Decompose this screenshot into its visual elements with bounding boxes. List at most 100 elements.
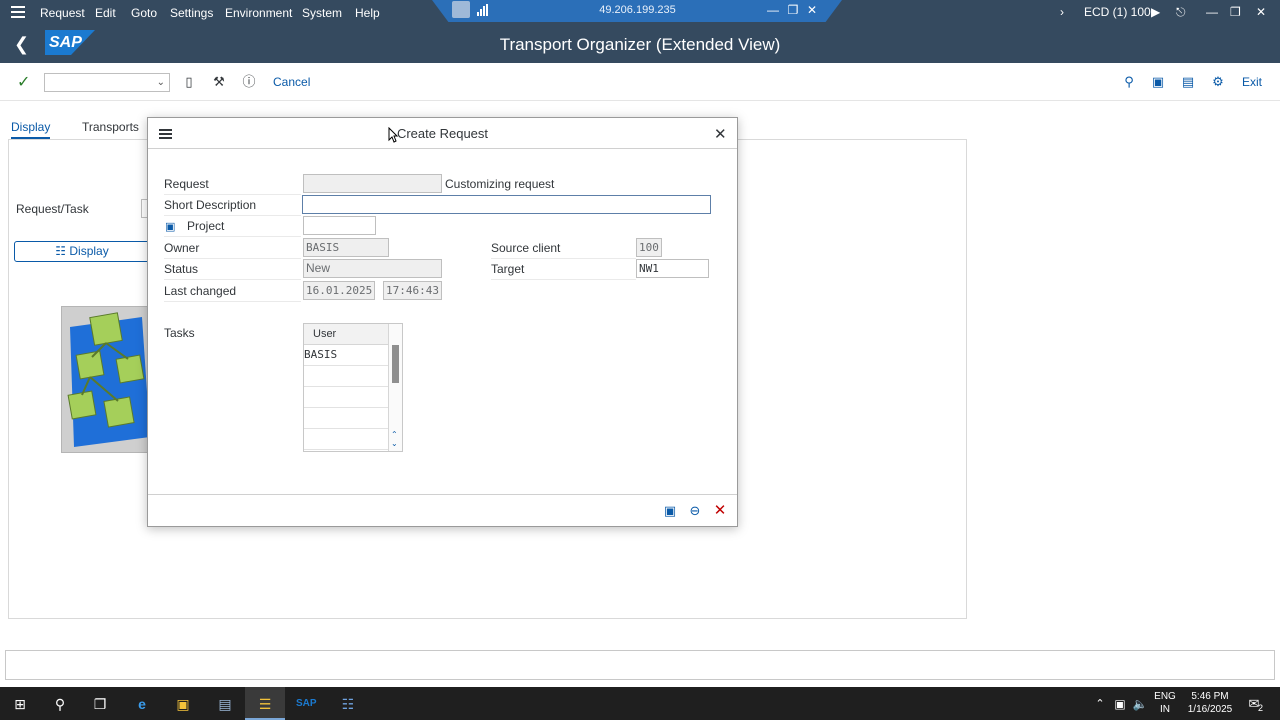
owner-field: BASIS	[303, 238, 389, 257]
menu-environment[interactable]: Environment	[225, 6, 292, 20]
title-bar: ❮ SAP Transport Organizer (Extended View…	[0, 25, 1280, 63]
last-changed-label: Last changed	[164, 284, 301, 302]
sap-logon-task-active[interactable]: ☰	[245, 687, 285, 720]
dialog-footer: ▣ ⊖ ✕	[148, 494, 737, 526]
new-document-icon[interactable]: ▯	[181, 74, 197, 90]
cancel-x-icon[interactable]: ✕	[712, 503, 728, 519]
minus-circle-icon[interactable]: ⊖	[687, 503, 703, 519]
menu-settings[interactable]: Settings	[170, 6, 213, 20]
transport-organizer-graphic	[61, 306, 149, 453]
table-scrollbar[interactable]: ⌃ ⌄	[388, 324, 402, 451]
menu-request[interactable]: Request	[40, 6, 85, 20]
menu-system[interactable]: System	[302, 6, 342, 20]
language-code: ENG	[1154, 691, 1176, 702]
org-chart-illustration	[62, 307, 148, 452]
project-input[interactable]	[303, 216, 376, 235]
exit-button[interactable]: Exit	[1242, 75, 1262, 89]
request-number-field	[303, 174, 442, 193]
display-button-label: Display	[69, 244, 109, 258]
remote-minimize-icon[interactable]: —	[766, 3, 780, 17]
language-indicator[interactable]: ENG IN	[1150, 690, 1180, 716]
status-field: New	[303, 259, 442, 278]
menu-edit[interactable]: Edit	[95, 6, 116, 20]
sap-logon-icon: ☰	[258, 696, 272, 712]
clock-time: 5:46 PM	[1191, 691, 1229, 702]
scrollbar-thumb[interactable]	[392, 345, 399, 383]
tab-display[interactable]: Display	[11, 120, 51, 139]
tasks-label: Tasks	[164, 326, 195, 340]
internet-explorer-icon[interactable]: e	[132, 694, 152, 714]
table-row[interactable]	[304, 429, 388, 450]
network-icon[interactable]: ▣	[1110, 694, 1130, 714]
request-type-text: Customizing request	[445, 177, 555, 191]
last-changed-time-field: 17:46:43	[383, 281, 442, 300]
user-column-header[interactable]: User	[304, 324, 388, 345]
dialog-header: Create Request ✕	[148, 118, 737, 149]
clock[interactable]: 5:46 PM 1/16/2025	[1180, 690, 1240, 716]
status-label: Status	[164, 262, 301, 280]
dialog-title: Create Request	[396, 126, 489, 141]
page-title: Transport Organizer (Extended View)	[499, 35, 781, 54]
search-icon[interactable]: ⚲	[1121, 74, 1137, 90]
keyboard-region: IN	[1160, 704, 1170, 715]
table-row[interactable]	[304, 387, 388, 408]
mouse-cursor-icon	[388, 127, 398, 143]
create-request-dialog: Create Request ✕ Request Customizing req…	[147, 117, 738, 527]
menu-help[interactable]: Help	[355, 6, 380, 20]
short-description-label: Short Description	[164, 198, 301, 216]
table-row[interactable]	[304, 366, 388, 387]
wrench-icon[interactable]: ⚒	[211, 74, 227, 90]
window-minimize-icon[interactable]: —	[1206, 5, 1218, 19]
project-label: Project	[164, 219, 301, 237]
signal-strength-icon	[477, 4, 489, 16]
hierarchy-icon: ☷	[55, 244, 67, 258]
save-icon[interactable]: ▣	[662, 503, 678, 519]
chevron-down-icon[interactable]: ⌄	[157, 77, 165, 88]
target-label: Target	[491, 262, 636, 280]
volume-icon[interactable]: 🔈	[1130, 694, 1150, 714]
display-button[interactable]: ☷ Display	[14, 241, 150, 262]
task-view-icon[interactable]: ❐	[90, 694, 110, 714]
close-icon[interactable]: ✕	[714, 125, 727, 143]
target-input[interactable]: NW1	[636, 259, 709, 278]
windows-start-icon[interactable]: ⊞	[10, 694, 30, 714]
table-row[interactable]: BASIS	[304, 345, 388, 366]
tab-transports[interactable]: Transports	[82, 120, 139, 134]
window-icon[interactable]: ▤	[1180, 74, 1196, 90]
file-explorer-icon[interactable]: ▣	[173, 694, 193, 714]
unlock-icon[interactable]: ⎋	[1176, 5, 1186, 20]
remote-ip-label: 49.206.199.235	[599, 4, 676, 16]
pin-icon[interactable]	[452, 1, 470, 18]
network-tool-icon[interactable]: ☷	[338, 694, 358, 714]
save-layout-icon[interactable]: ▣	[1150, 74, 1166, 90]
window-close-icon[interactable]: ✕	[1256, 5, 1266, 19]
scroll-up-icon[interactable]: ⌃	[391, 430, 398, 439]
chevron-right-icon[interactable]: ›	[1060, 5, 1064, 19]
remote-close-icon[interactable]: ✕	[805, 3, 819, 17]
info-icon[interactable]: ⓘ	[241, 74, 257, 90]
notification-count: 2	[1258, 703, 1264, 713]
owner-label: Owner	[164, 241, 301, 259]
windows-taskbar: ⊞ ⚲ ❐ e ▣ ▤ ☰ SAP ☷ ⌃ ▣ 🔈 ENG IN 5:46 PM…	[0, 687, 1280, 720]
sap-gui-icon[interactable]: SAP	[296, 694, 317, 714]
system-label: ECD (1) 100	[1084, 5, 1151, 19]
settings-icon[interactable]: ⚙	[1210, 74, 1226, 90]
chevron-up-icon[interactable]: ⌃	[1090, 694, 1110, 714]
remote-restore-icon[interactable]: ❐	[786, 3, 800, 17]
tasks-table: User BASIS ⌃ ⌄	[303, 323, 403, 452]
project-value-help-icon[interactable]: ▣	[165, 220, 175, 233]
short-description-input[interactable]	[302, 195, 711, 214]
checkmark-icon[interactable]: ✓	[17, 72, 30, 92]
search-icon[interactable]: ⚲	[50, 694, 70, 714]
cancel-button[interactable]: Cancel	[273, 75, 310, 89]
clock-date: 1/16/2025	[1187, 704, 1233, 715]
request-task-label: Request/Task	[16, 202, 89, 216]
window-restore-icon[interactable]: ❐	[1230, 5, 1241, 19]
notepad-icon[interactable]: ▤	[215, 694, 235, 714]
table-row[interactable]	[304, 408, 388, 429]
scroll-down-icon[interactable]: ⌄	[391, 439, 398, 448]
hamburger-menu-icon[interactable]	[11, 6, 25, 18]
command-field[interactable]: ⌄	[44, 73, 170, 92]
play-icon[interactable]: ▶	[1151, 5, 1160, 19]
menu-goto[interactable]: Goto	[131, 6, 157, 20]
